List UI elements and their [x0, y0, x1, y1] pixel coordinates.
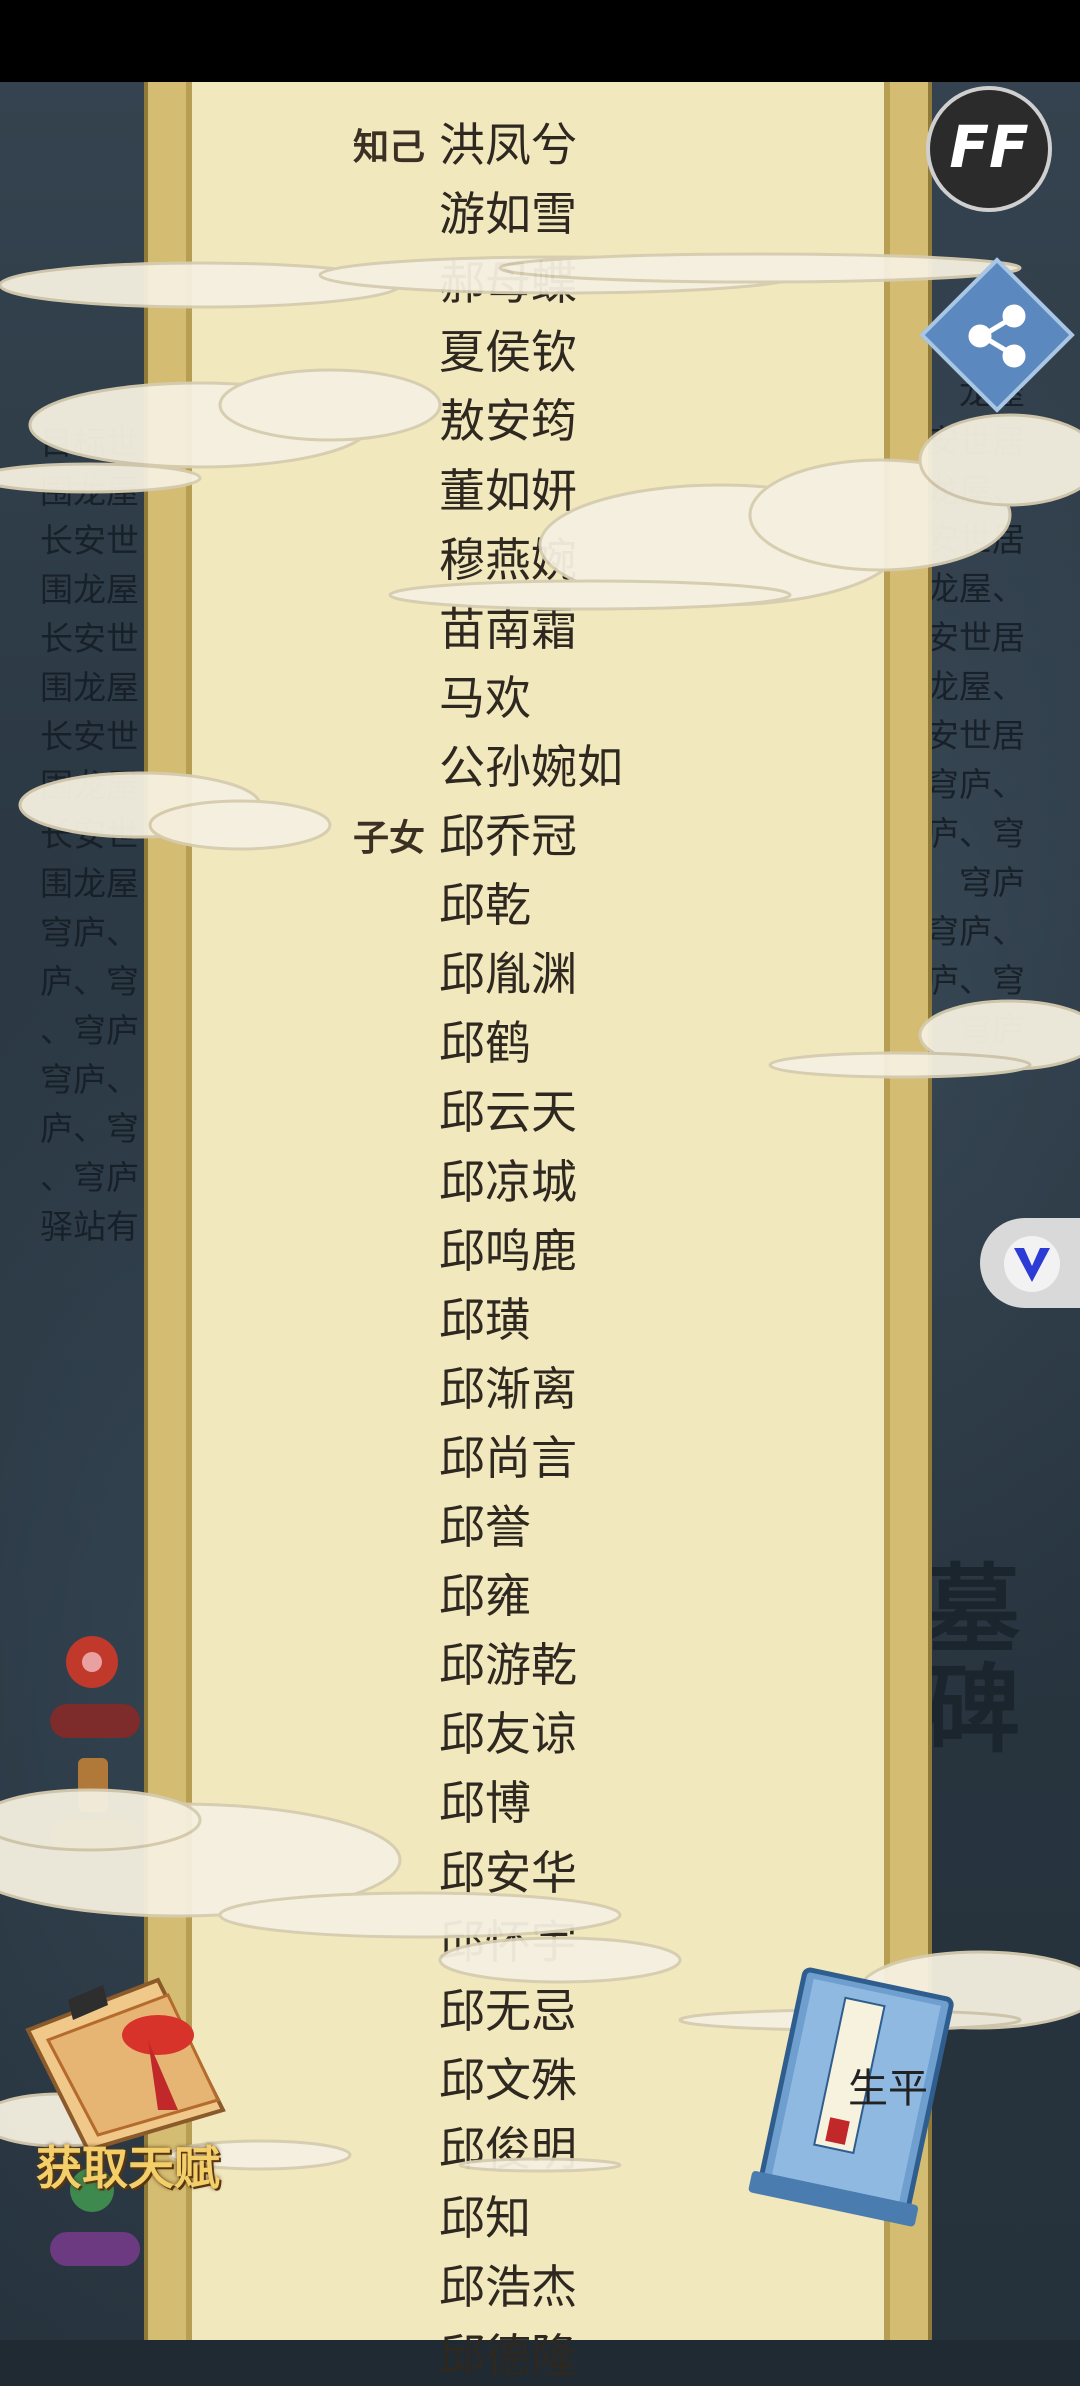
ff-button[interactable]: FF: [926, 86, 1052, 212]
v-icon: [1014, 1248, 1050, 1282]
v-button[interactable]: [980, 1218, 1080, 1308]
share-icon: [968, 304, 1026, 368]
scroll-icon[interactable]: [8, 1960, 278, 2160]
book-icon[interactable]: 生平: [740, 1962, 970, 2232]
book-label: 生平: [848, 2066, 928, 2112]
get-talent-label[interactable]: 获取天赋: [36, 2132, 220, 2198]
